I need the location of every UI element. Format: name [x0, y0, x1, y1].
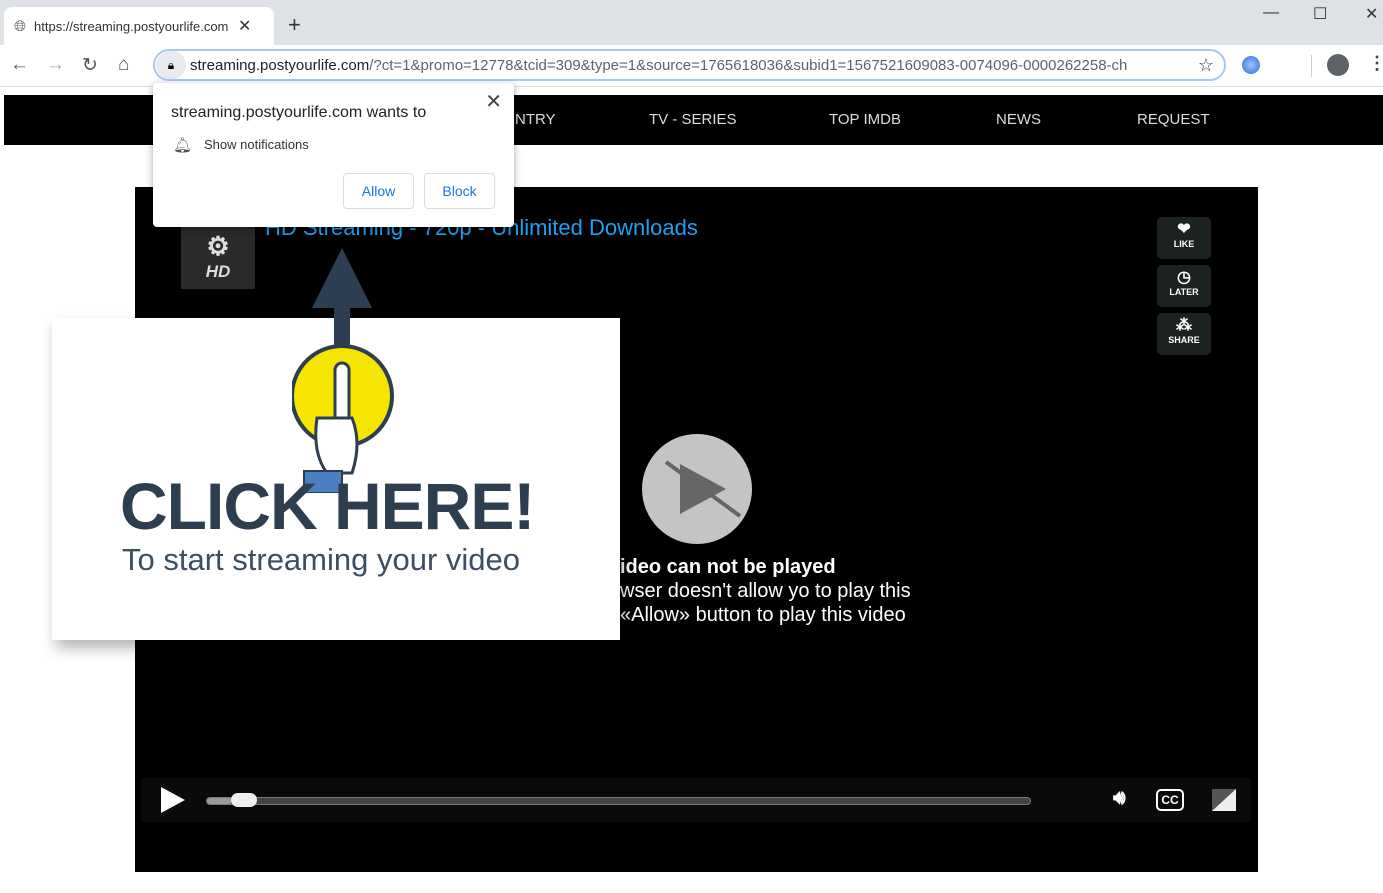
- close-tab-icon[interactable]: ✕: [238, 16, 251, 36]
- url-path: /?ct=1&promo=12778&tcid=309&type=1&sourc…: [369, 56, 1128, 74]
- click-here-ad[interactable]: CLICK HERE! To start streaming your vide…: [52, 248, 620, 640]
- maximize-button[interactable]: ☐: [1313, 4, 1327, 24]
- nav-request[interactable]: REQUEST: [1137, 111, 1210, 128]
- nav-top-imdb[interactable]: TOP IMDB: [829, 111, 901, 128]
- browser-tab[interactable]: 🌐︎ https://streaming.postyourlife.com ✕: [4, 7, 274, 45]
- film-reel-icon: ⚙: [206, 230, 230, 261]
- arrow-hand-icon: [292, 248, 394, 493]
- back-button[interactable]: ←: [10, 54, 29, 76]
- allow-button[interactable]: Allow: [343, 173, 414, 209]
- heart-icon: ❤: [1177, 221, 1191, 238]
- close-icon[interactable]: ✕: [485, 89, 502, 114]
- fullscreen-icon[interactable]: [1212, 789, 1236, 811]
- divider: [1311, 55, 1312, 77]
- close-window-button[interactable]: ✕: [1365, 4, 1378, 24]
- forward-button[interactable]: →: [46, 54, 65, 76]
- seek-bar[interactable]: [206, 797, 1031, 805]
- globe-icon: 🌐︎: [14, 17, 27, 35]
- permission-text: Show notifications: [204, 137, 309, 152]
- block-button[interactable]: Block: [424, 173, 495, 209]
- nav-country[interactable]: NTRY: [515, 111, 556, 128]
- profile-icon[interactable]: [1327, 54, 1349, 76]
- url-host: streaming.postyourlife.com: [190, 56, 370, 74]
- nav-news[interactable]: NEWS: [996, 111, 1041, 128]
- share-button[interactable]: ⁂ SHARE: [1157, 313, 1211, 355]
- bookmark-star-icon[interactable]: ☆: [1198, 55, 1214, 76]
- new-tab-button[interactable]: +: [288, 12, 301, 38]
- captions-button[interactable]: CC: [1156, 789, 1184, 811]
- address-bar[interactable]: 🔒︎ streaming.postyourlife.com/?ct=1&prom…: [153, 49, 1226, 81]
- clock-icon: ◷: [1177, 269, 1191, 286]
- player-controls: 🔊︎ CC: [141, 778, 1251, 822]
- browser-toolbar: ← → ↻ ⌂ 🔒︎ streaming.postyourlife.com/?c…: [0, 45, 1383, 87]
- nav-tv-series[interactable]: TV - SERIES: [649, 111, 737, 128]
- error-message: ideo can not be played wser doesn't allo…: [620, 556, 911, 626]
- click-here-subline: To start streaming your video: [122, 542, 521, 577]
- tab-bar: 🌐︎ https://streaming.postyourlife.com ✕ …: [0, 0, 1383, 45]
- share-icon: ⁂: [1176, 317, 1192, 334]
- click-here-headline: CLICK HERE!: [120, 469, 535, 543]
- bell-icon: 🔔︎: [173, 137, 193, 154]
- extension-icon[interactable]: [1242, 56, 1260, 74]
- like-button[interactable]: ❤ LIKE: [1157, 217, 1211, 259]
- popup-heading: streaming.postyourlife.com wants to: [171, 104, 427, 121]
- notification-permission-popup: streaming.postyourlife.com wants to ✕ 🔔︎…: [153, 83, 514, 227]
- minimize-button[interactable]: —: [1263, 4, 1279, 22]
- reload-button[interactable]: ↻: [82, 54, 98, 77]
- tab-title: https://streaming.postyourlife.com: [34, 18, 229, 34]
- volume-icon[interactable]: 🔊︎: [1113, 787, 1126, 810]
- hd-logo: ⚙ HD: [181, 223, 255, 289]
- menu-icon[interactable]: ⋮: [1368, 53, 1383, 74]
- later-button[interactable]: ◷ LATER: [1157, 265, 1211, 307]
- disabled-play-icon[interactable]: [642, 434, 752, 544]
- lock-icon[interactable]: 🔒︎: [156, 51, 186, 79]
- home-button[interactable]: ⌂: [118, 54, 129, 76]
- seek-handle[interactable]: [230, 793, 257, 807]
- play-button[interactable]: [161, 787, 185, 813]
